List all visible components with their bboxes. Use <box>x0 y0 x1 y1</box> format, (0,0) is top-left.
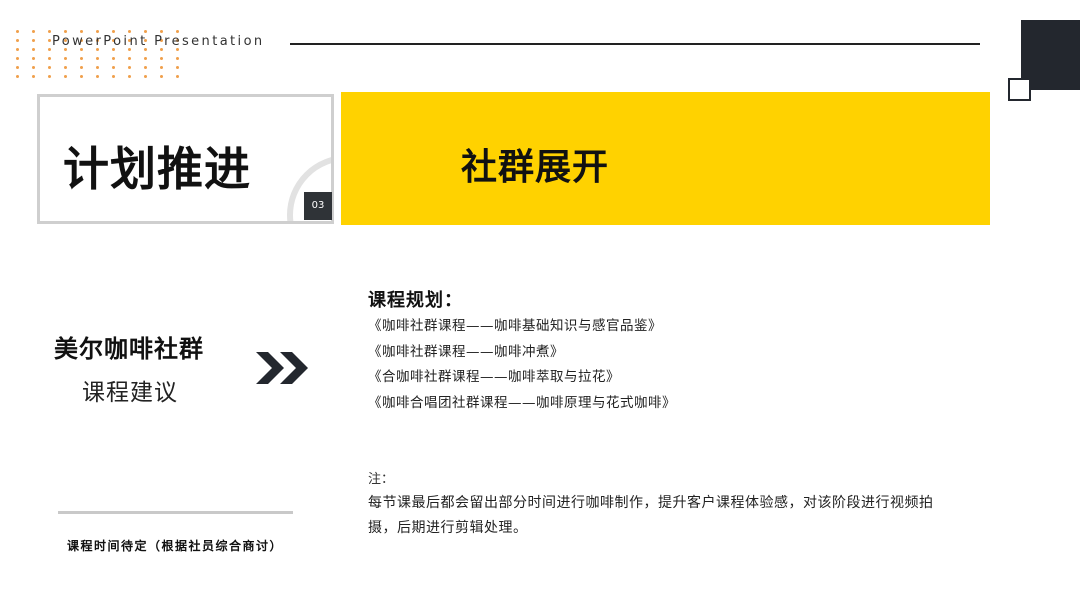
yellow-banner: 社群展开 <box>341 92 990 225</box>
decorative-dot <box>176 66 179 69</box>
decorative-dot <box>48 39 51 42</box>
decorative-dot <box>80 75 83 78</box>
decorative-dot <box>32 39 35 42</box>
banner-title: 社群展开 <box>461 147 610 188</box>
decorative-dot <box>48 57 51 60</box>
decorative-dot <box>64 75 67 78</box>
header-rule <box>290 43 980 45</box>
decorative-dot <box>176 57 179 60</box>
decorative-dot <box>48 66 51 69</box>
decorative-dot <box>48 48 51 51</box>
decorative-dot <box>80 66 83 69</box>
list-item: 《咖啡社群课程——咖啡基础知识与感官品鉴》 <box>368 318 662 334</box>
decorative-dot <box>16 75 19 78</box>
decorative-dot <box>64 66 67 69</box>
decorative-dot <box>64 30 67 33</box>
decorative-dot <box>16 57 19 60</box>
decorative-dot <box>144 75 147 78</box>
decorative-dot <box>32 66 35 69</box>
decorative-dot <box>96 57 99 60</box>
left-divider <box>58 511 293 514</box>
decorative-dot <box>112 75 115 78</box>
page-number-badge: 03 <box>304 192 332 220</box>
section-title: 计划推进 <box>63 142 251 196</box>
decorative-dot <box>96 75 99 78</box>
decorative-dot <box>32 48 35 51</box>
decorative-dot <box>16 30 19 33</box>
decorative-dot <box>112 57 115 60</box>
corner-outline-square <box>1008 78 1031 101</box>
decorative-dot <box>16 39 19 42</box>
decorative-dot <box>32 57 35 60</box>
header-label: PowerPoint Presentation <box>52 34 265 49</box>
decorative-dot <box>128 75 131 78</box>
decorative-dot <box>32 75 35 78</box>
list-item: 《咖啡合唱团社群课程——咖啡原理与花式咖啡》 <box>368 394 676 411</box>
decorative-dot <box>176 30 179 33</box>
decorative-dot <box>176 75 179 78</box>
decorative-dot <box>128 30 131 33</box>
list-item: 《合咖啡社群课程——咖啡萃取与拉花》 <box>368 369 620 386</box>
course-plan-heading: 课程规划： <box>368 290 463 311</box>
double-chevron-right-icon <box>256 352 308 384</box>
course-plan-list: 《咖啡社群课程——咖啡基础知识与感官品鉴》 《咖啡社群课程——咖啡冲煮》 《合咖… <box>368 314 676 416</box>
decorative-dot <box>64 57 67 60</box>
decorative-dot <box>112 30 115 33</box>
decorative-dot <box>144 66 147 69</box>
note-label: 注： <box>368 472 395 487</box>
decorative-dot <box>144 57 147 60</box>
section-title-box: 计划推进 <box>37 94 334 224</box>
note-body: 每节课最后都会留出部分时间进行咖啡制作，提升客户课程体验感，对该阶段进行视频拍摄… <box>368 495 934 536</box>
decorative-dot <box>160 30 163 33</box>
community-title: 美尔咖啡社群 <box>54 335 204 363</box>
decorative-dot <box>16 66 19 69</box>
decorative-dot <box>48 30 51 33</box>
decorative-dot <box>160 57 163 60</box>
decorative-dot <box>128 66 131 69</box>
schedule-footnote: 课程时间待定（根据社员综合商讨） <box>67 539 284 553</box>
decorative-dot <box>80 30 83 33</box>
decorative-dot <box>80 57 83 60</box>
decorative-dot <box>48 75 51 78</box>
decorative-dot <box>160 75 163 78</box>
list-item: 《咖啡社群课程——咖啡冲煮》 <box>368 343 564 360</box>
decorative-dot <box>128 57 131 60</box>
decorative-dot <box>144 30 147 33</box>
decorative-dot <box>96 66 99 69</box>
decorative-dot <box>112 66 115 69</box>
decorative-dot <box>16 48 19 51</box>
decorative-dot <box>160 66 163 69</box>
community-subtitle: 课程建议 <box>82 380 178 406</box>
decorative-dot <box>96 30 99 33</box>
decorative-dot <box>32 30 35 33</box>
